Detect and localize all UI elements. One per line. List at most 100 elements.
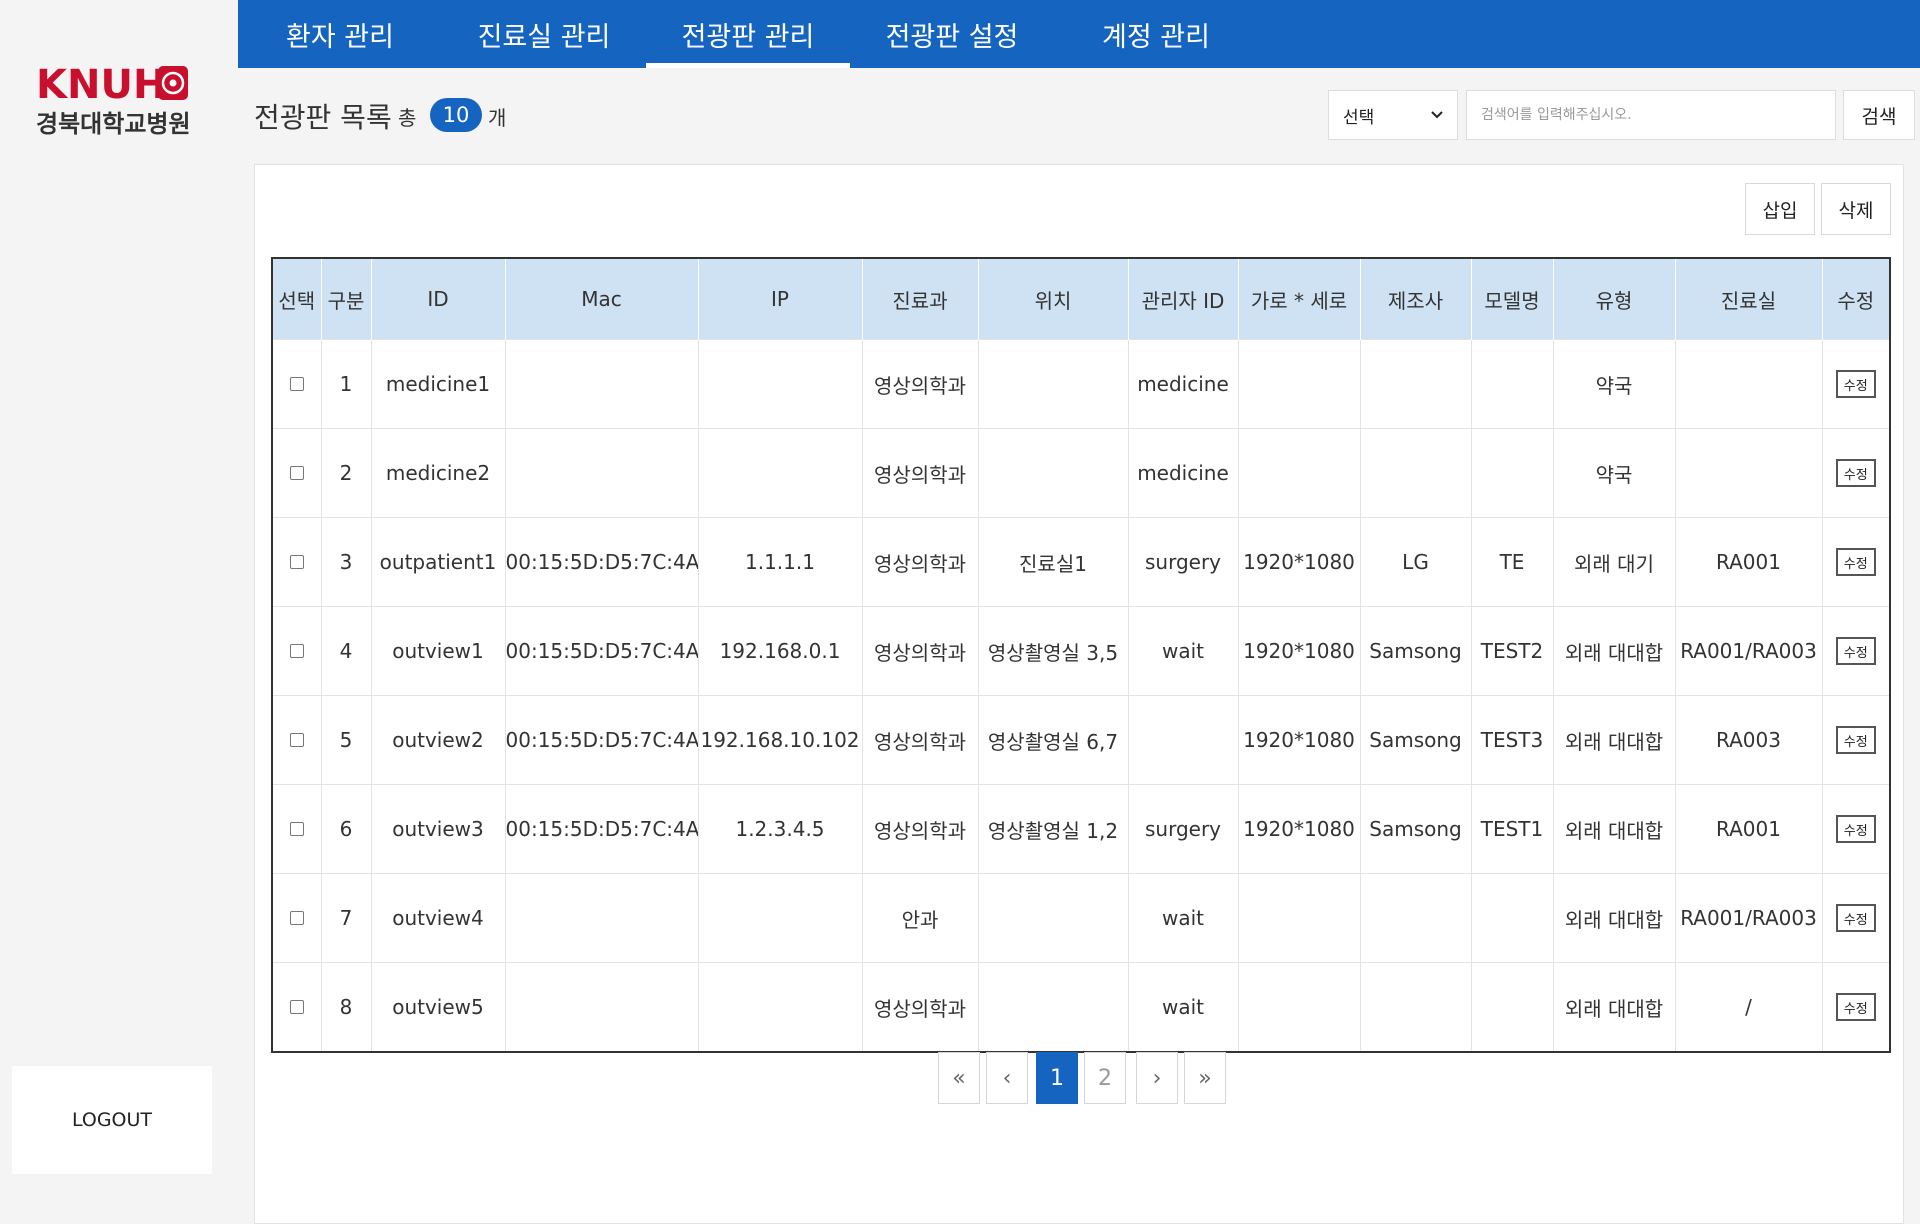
cell-ip (698, 873, 863, 963)
cell-manufacturer (1360, 873, 1472, 963)
cell-number: 2 (321, 428, 372, 518)
tab-clinic-room-management[interactable]: 진료실 관리 (442, 0, 646, 68)
row-checkbox[interactable] (289, 555, 304, 569)
row-select-cell (273, 962, 322, 1051)
cell-department: 영상의학과 (862, 962, 979, 1051)
cell-admin-id: wait (1128, 962, 1239, 1051)
logout-button[interactable]: LOGOUT (12, 1066, 212, 1174)
row-edit-button[interactable]: 수정 (1835, 637, 1876, 665)
logo-text: KNUH (36, 62, 166, 108)
page-title: 전광판 목록 (254, 101, 392, 134)
cell-location: 영상촬영실 6,7 (978, 695, 1129, 785)
cell-mac: 00:15:5D:D5:7C:4A (505, 695, 699, 785)
total-count-badge: 10 (430, 98, 482, 132)
search-category-select[interactable]: 선택 (1328, 90, 1458, 140)
tab-account-management[interactable]: 계정 관리 (1054, 0, 1258, 68)
cell-number: 4 (321, 606, 372, 696)
cell-room (1675, 428, 1823, 518)
cell-location: 진료실1 (978, 517, 1129, 607)
row-checkbox[interactable] (289, 466, 304, 480)
row-edit-button[interactable]: 수정 (1835, 726, 1876, 754)
row-edit-button[interactable]: 수정 (1835, 815, 1876, 843)
cell-ip: 1.2.3.4.5 (698, 784, 863, 874)
row-edit-button[interactable]: 수정 (1835, 548, 1876, 576)
cell-manufacturer: Samsong (1360, 606, 1472, 696)
cell-admin-id: surgery (1128, 517, 1239, 607)
tab-patient-management[interactable]: 환자 관리 (238, 0, 442, 68)
cell-id: outview2 (371, 695, 506, 785)
cell-resolution: 1920*1080 (1238, 695, 1361, 785)
row-checkbox[interactable] (289, 733, 304, 747)
last-page-button[interactable]: » (1184, 1052, 1226, 1104)
cell-location (978, 962, 1129, 1051)
cell-mac: 00:15:5D:D5:7C:4A (505, 517, 699, 607)
page-button-2[interactable]: 2 (1084, 1052, 1126, 1104)
col-header-admin-id: 관리자 ID (1128, 259, 1239, 340)
cell-mac: 00:15:5D:D5:7C:4A (505, 784, 699, 874)
cell-admin-id: medicine (1128, 339, 1239, 429)
cell-mac (505, 962, 699, 1051)
cell-location (978, 873, 1129, 963)
cell-department: 영상의학과 (862, 695, 979, 785)
row-select-cell (273, 517, 322, 607)
search-input[interactable] (1466, 90, 1836, 140)
row-edit-button[interactable]: 수정 (1835, 459, 1876, 487)
cell-ip: 192.168.0.1 (698, 606, 863, 696)
cell-ip (698, 339, 863, 429)
cell-manufacturer (1360, 962, 1472, 1051)
tab-display-board-settings[interactable]: 전광판 설정 (850, 0, 1054, 68)
cell-type: 약국 (1553, 339, 1676, 429)
row-edit-button[interactable]: 수정 (1835, 993, 1876, 1021)
cell-room: RA001/RA003 (1675, 873, 1823, 963)
search-button[interactable]: 검색 (1843, 90, 1915, 140)
col-header-room: 진료실 (1675, 259, 1823, 340)
row-edit-button[interactable]: 수정 (1835, 370, 1876, 398)
row-checkbox[interactable] (289, 644, 304, 658)
cell-model (1471, 339, 1554, 429)
knuh-logo-graphic: KNUH 경북대학교병원 (36, 62, 191, 138)
row-checkbox[interactable] (289, 1000, 304, 1014)
cell-type: 외래 대대합 (1553, 695, 1676, 785)
cell-resolution (1238, 428, 1361, 518)
cell-type: 외래 대대합 (1553, 606, 1676, 696)
delete-button[interactable]: 삭제 (1821, 183, 1891, 235)
page-button-1[interactable]: 1 (1036, 1052, 1078, 1104)
main-content: 전광판 목록 총 10 개 선택 검색 삽입 삭제 선택 구 (238, 68, 1920, 1224)
display-board-table: 선택 구분 ID Mac IP 진료과 위치 관리자 ID 가로 * 세로 제조… (273, 259, 1889, 1051)
cell-model: TEST3 (1471, 695, 1554, 785)
row-checkbox[interactable] (289, 377, 304, 391)
row-edit-button[interactable]: 수정 (1835, 904, 1876, 932)
row-edit-cell: 수정 (1822, 606, 1889, 696)
row-checkbox[interactable] (289, 911, 304, 925)
col-header-number: 구분 (321, 259, 372, 340)
tab-display-board-management[interactable]: 전광판 관리 (646, 0, 850, 68)
top-nav: 환자 관리 진료실 관리 전광판 관리 전광판 설정 계정 관리 (238, 0, 1920, 68)
cell-admin-id: wait (1128, 606, 1239, 696)
display-board-list-panel: 삽입 삭제 선택 구분 ID Mac IP 진료과 위치 관리자 ID 가로 *… (254, 164, 1904, 1224)
cell-number: 7 (321, 873, 372, 963)
prev-page-button[interactable]: ‹ (986, 1052, 1028, 1104)
row-select-cell (273, 428, 322, 518)
cell-model: TEST2 (1471, 606, 1554, 696)
cell-department: 영상의학과 (862, 517, 979, 607)
first-page-button[interactable]: « (938, 1052, 980, 1104)
cell-resolution (1238, 962, 1361, 1051)
cell-manufacturer: Samsong (1360, 695, 1472, 785)
next-page-button[interactable]: › (1136, 1052, 1178, 1104)
knuh-logo[interactable]: KNUH 경북대학교병원 (36, 62, 196, 142)
cell-location: 영상촬영실 3,5 (978, 606, 1129, 696)
row-select-cell (273, 784, 322, 874)
cell-room: RA003 (1675, 695, 1823, 785)
cell-type: 외래 대기 (1553, 517, 1676, 607)
table-row: 4 outview1 00:15:5D:D5:7C:4A 192.168.0.1… (273, 606, 1889, 696)
cell-model (1471, 962, 1554, 1051)
insert-button[interactable]: 삽입 (1745, 183, 1815, 235)
cell-resolution: 1920*1080 (1238, 517, 1361, 607)
hospital-emblem-icon (158, 66, 188, 100)
cell-id: medicine1 (371, 339, 506, 429)
chevron-down-icon (1431, 111, 1443, 119)
row-checkbox[interactable] (289, 822, 304, 836)
cell-manufacturer (1360, 339, 1472, 429)
col-header-type: 유형 (1553, 259, 1676, 340)
row-edit-cell: 수정 (1822, 784, 1889, 874)
